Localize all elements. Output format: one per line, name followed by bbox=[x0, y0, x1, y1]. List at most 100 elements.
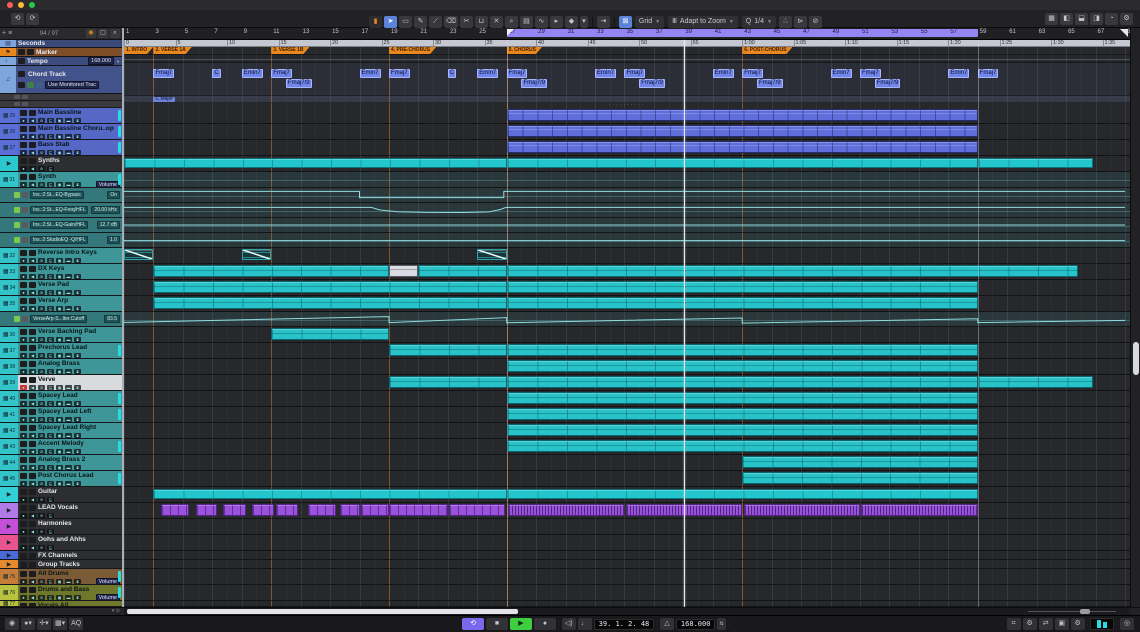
write-automation-button[interactable] bbox=[22, 207, 28, 213]
lock-icon[interactable]: ⊘ bbox=[38, 513, 45, 518]
read-automation-button[interactable] bbox=[14, 192, 20, 198]
event-lane[interactable] bbox=[124, 327, 1130, 343]
event-clip[interactable] bbox=[242, 249, 271, 260]
event-clip[interactable] bbox=[153, 297, 506, 309]
chord-event[interactable]: Emin7 bbox=[360, 69, 381, 78]
freeze-icon[interactable]: ▣ bbox=[56, 353, 63, 358]
edit-channel-icon[interactable]: ▬ bbox=[65, 595, 72, 600]
freeze-icon[interactable]: ▣ bbox=[56, 182, 63, 187]
range-select-icon[interactable]: ▭ bbox=[399, 16, 412, 28]
edit-channel-icon[interactable]: ▬ bbox=[65, 579, 72, 584]
vertical-scroll-thumb[interactable] bbox=[1133, 342, 1139, 375]
stop-button[interactable]: ■ bbox=[486, 618, 508, 630]
freeze-icon[interactable]: ▣ bbox=[56, 385, 63, 390]
record-enable-icon[interactable]: ● bbox=[20, 274, 27, 279]
freeze-icon[interactable]: ▣ bbox=[56, 306, 63, 311]
event-clip[interactable] bbox=[389, 265, 418, 277]
record-enable-icon[interactable]: ● bbox=[20, 150, 27, 155]
solo-button[interactable] bbox=[29, 457, 36, 463]
chord-voicing-button[interactable] bbox=[27, 82, 34, 88]
chord-adaptive-button[interactable] bbox=[36, 82, 43, 88]
read-automation-button[interactable] bbox=[14, 237, 20, 243]
record-enable-icon[interactable]: ● bbox=[20, 369, 27, 374]
pre-roll-icon[interactable]: ◁) bbox=[562, 618, 576, 630]
window-zone-icon-4[interactable]: ◔ bbox=[1105, 13, 1118, 25]
window-zone-icon-3[interactable]: ◨ bbox=[1090, 13, 1103, 25]
freeze-icon[interactable]: ▣ bbox=[56, 449, 63, 454]
lane-icon[interactable]: ⊑ bbox=[47, 290, 54, 295]
tempo-caret-icon[interactable]: ▼ bbox=[116, 59, 120, 64]
zoom-slider-thumb[interactable] bbox=[1080, 609, 1090, 614]
solo-button[interactable] bbox=[29, 505, 36, 511]
lane-icon[interactable]: ⊑ bbox=[47, 595, 54, 600]
record-enable-icon[interactable]: ● bbox=[20, 579, 27, 584]
automation-lane-row[interactable]: Ins.:2:StudioEQ -Q/HFL1.0 bbox=[0, 233, 122, 248]
lane-icon[interactable]: ⊑ bbox=[47, 497, 54, 502]
event-clip[interactable] bbox=[477, 249, 506, 260]
record-enable-icon[interactable]: ● bbox=[20, 306, 27, 311]
find-track-icon[interactable]: ⌕ bbox=[110, 29, 120, 38]
record-enable-icon[interactable]: ● bbox=[20, 497, 27, 502]
mute-button[interactable] bbox=[20, 409, 27, 415]
glue-icon[interactable]: ⊔ bbox=[475, 16, 488, 28]
solo-button[interactable] bbox=[29, 377, 36, 383]
event-clip[interactable] bbox=[449, 504, 505, 516]
status-left-icon-1[interactable]: ●▾ bbox=[21, 618, 35, 630]
redo-icon[interactable]: ⟳ bbox=[26, 13, 39, 25]
lane-icon[interactable]: ⊑ bbox=[47, 385, 54, 390]
event-clip[interactable] bbox=[861, 504, 977, 516]
event-clip[interactable] bbox=[507, 376, 978, 388]
monitor-icon[interactable]: ◀ bbox=[29, 353, 36, 358]
marker-flag[interactable]: 1. INTRO bbox=[124, 47, 153, 54]
output-icon[interactable]: ⧈ bbox=[74, 449, 81, 454]
power-icon[interactable]: ◎ bbox=[1120, 618, 1134, 630]
mute-button[interactable] bbox=[20, 562, 27, 568]
freeze-icon[interactable]: ▣ bbox=[56, 417, 63, 422]
record-enable-icon[interactable]: ● bbox=[20, 513, 27, 518]
monitor-icon[interactable]: ◀ bbox=[29, 182, 36, 187]
quantize-option-icon-1[interactable]: ⊳ bbox=[794, 16, 807, 28]
ruler-corner-handle[interactable] bbox=[1120, 29, 1128, 37]
tempo-activate-button[interactable] bbox=[18, 58, 25, 64]
event-clip[interactable] bbox=[742, 472, 978, 484]
lane-icon[interactable]: ⊑ bbox=[47, 481, 54, 486]
volume-value[interactable]: Volume bbox=[96, 578, 120, 585]
event-clip[interactable] bbox=[507, 265, 1078, 277]
lock-icon[interactable]: ⊘ bbox=[38, 290, 45, 295]
event-clip[interactable] bbox=[507, 408, 978, 420]
status-right-icon-4[interactable]: ⚙ bbox=[1071, 618, 1085, 630]
marker-solo-button[interactable] bbox=[27, 49, 34, 55]
track-row[interactable]: ▦42Spacey Lead Right●◀⊘⊑▣▬⧈ bbox=[0, 423, 122, 439]
event-clip[interactable] bbox=[978, 376, 1093, 388]
mute-icon[interactable]: ✕ bbox=[490, 16, 503, 28]
mute-button[interactable] bbox=[20, 393, 27, 399]
edit-channel-icon[interactable]: ▬ bbox=[65, 258, 72, 263]
event-lane[interactable] bbox=[124, 172, 1130, 188]
lock-icon[interactable]: ⊘ bbox=[38, 369, 45, 374]
event-clip[interactable] bbox=[507, 141, 978, 153]
automation-curve[interactable] bbox=[124, 233, 1130, 247]
chord-event[interactable]: Fmaj7 bbox=[624, 69, 645, 78]
lock-icon[interactable]: ⊘ bbox=[38, 417, 45, 422]
track-row[interactable]: ▶LEAD Vocals●◀⊘⊑ bbox=[0, 503, 122, 519]
track-row[interactable]: ▦35Verse Arp●◀⊘⊑▣▬⧈ bbox=[0, 296, 122, 312]
event-lane[interactable] bbox=[124, 423, 1130, 439]
event-lane[interactable] bbox=[124, 551, 1130, 560]
mute-button[interactable] bbox=[20, 329, 27, 335]
track-row[interactable]: ▦45Post Chorus Lead●◀⊘⊑▣▬⧈ bbox=[0, 471, 122, 487]
edit-channel-icon[interactable]: ▬ bbox=[65, 369, 72, 374]
solo-button[interactable] bbox=[29, 298, 36, 304]
track-row[interactable]: ▦37Prechorus Lead●◀⊘⊑▣▬⧈ bbox=[0, 343, 122, 359]
vertical-scrollbar[interactable] bbox=[1130, 28, 1140, 607]
track-row[interactable]: ▶Guitar●◀⊘⊑ bbox=[0, 487, 122, 503]
lock-icon[interactable]: ⊘ bbox=[38, 449, 45, 454]
automation-curve[interactable] bbox=[124, 312, 1130, 326]
track-row[interactable]: ▦26Main Bassline Choru..op●◀⊘⊑▣▬⧈ bbox=[0, 124, 122, 140]
write-automation-button[interactable] bbox=[22, 316, 28, 322]
mute-button[interactable] bbox=[20, 377, 27, 383]
lock-icon[interactable]: ⊘ bbox=[38, 337, 45, 342]
automation-parameter-label[interactable]: Ins.:2:St...EQ-Freq/HFL bbox=[30, 206, 88, 214]
chord-track[interactable]: ♫ Chord Track Use Monitored Trac bbox=[0, 66, 122, 94]
event-clip[interactable] bbox=[508, 504, 624, 516]
event-lane[interactable] bbox=[124, 188, 1130, 203]
